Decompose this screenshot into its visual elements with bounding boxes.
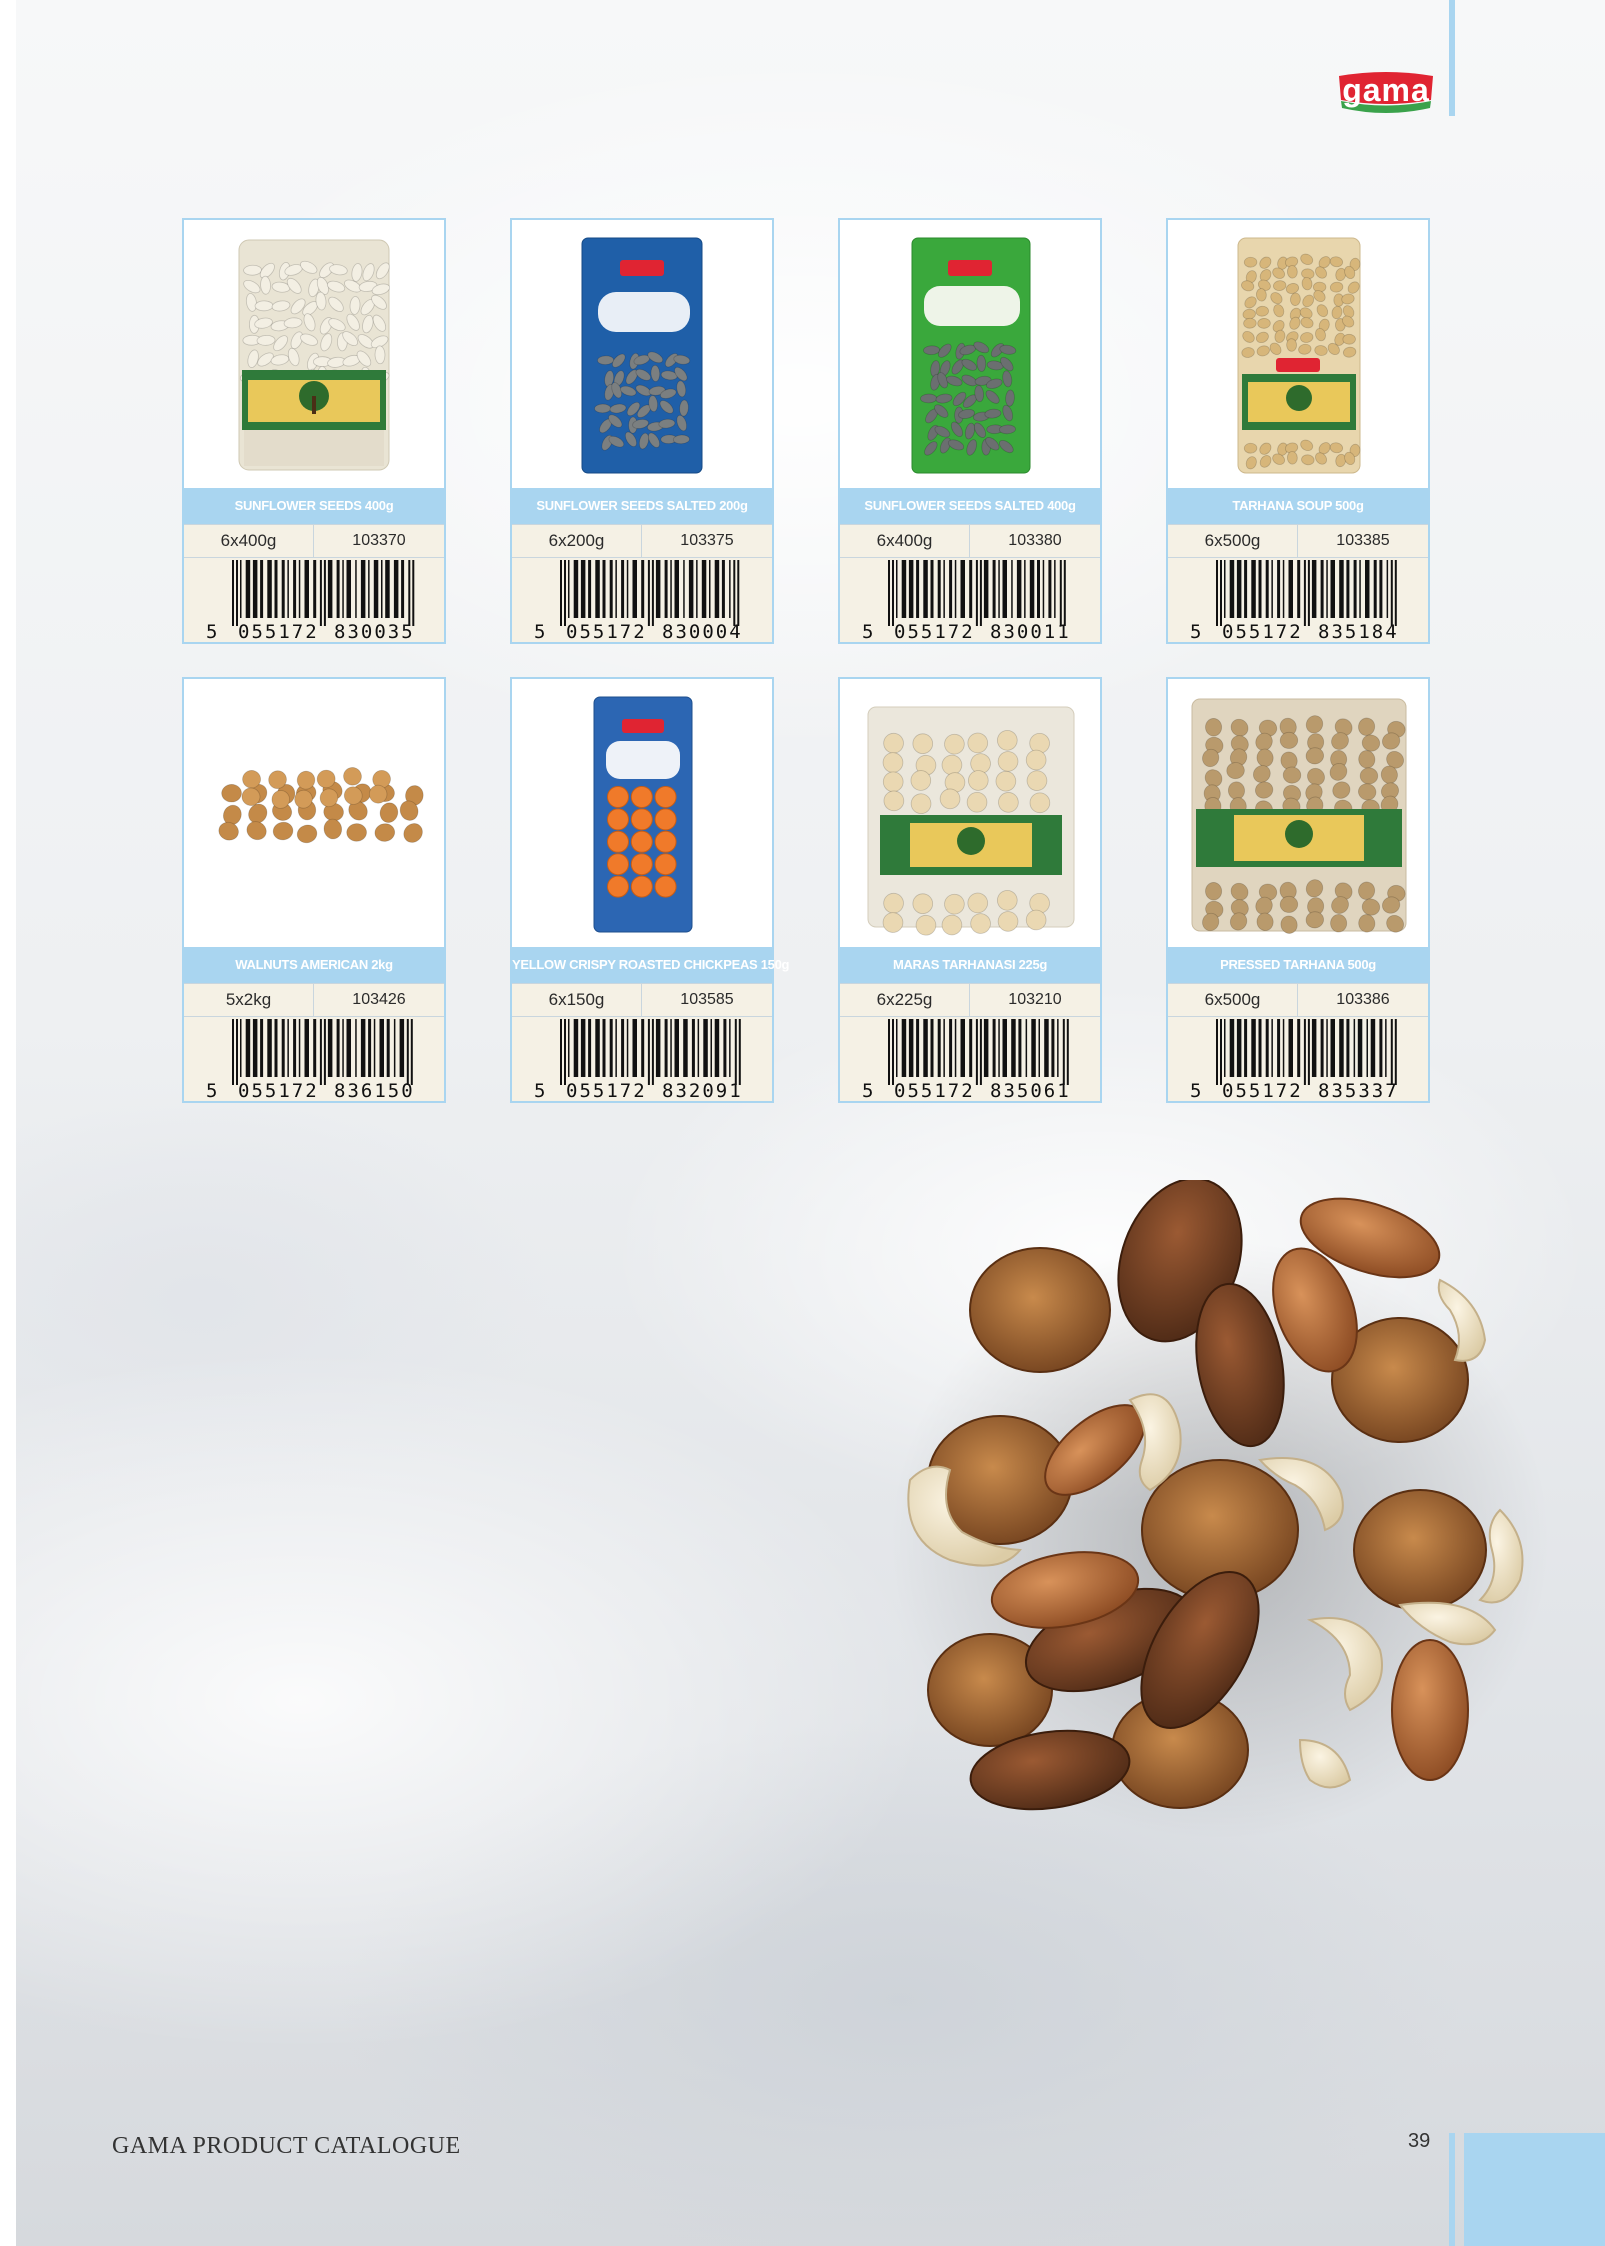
product-image [840, 220, 1100, 488]
product-info-row: 6x500g 103386 [1168, 983, 1428, 1017]
product-image [512, 679, 772, 947]
product-title: SUNFLOWER SEEDS 400g [184, 488, 444, 524]
product-code: 103585 [680, 991, 734, 1008]
barcode-first-digit: 5 [534, 1080, 545, 1101]
barcode-graphic: 5 055172 830035 [206, 560, 415, 642]
barcode-first-digit: 5 [1190, 1080, 1201, 1101]
product-info-row: 6x150g 103585 [512, 983, 772, 1017]
product-info-row: 6x400g 103370 [184, 524, 444, 558]
product-pack-size: 5x2kg [184, 984, 314, 1016]
barcode-right-digits: 830035 [334, 621, 415, 642]
barcode-graphic: 5 055172 835184 [1190, 560, 1399, 642]
barcode-left-digits: 055172 [894, 621, 975, 642]
barcode-right-digits: 836150 [334, 1080, 415, 1101]
product-title: PRESSED TARHANA 500g [1168, 947, 1428, 983]
product-info-row: 6x200g 103375 [512, 524, 772, 558]
product-barcode: 5 055172 835061 [840, 1017, 1100, 1101]
product-pack-size: 6x150g [512, 984, 642, 1016]
page-corner-block [1464, 2133, 1605, 2246]
product-barcode: 5 055172 836150 [184, 1017, 444, 1101]
product-image [1168, 679, 1428, 947]
barcode-graphic: 5 055172 830004 [534, 560, 743, 642]
product-barcode: 5 055172 830035 [184, 558, 444, 642]
barcode-left-digits: 055172 [566, 621, 647, 642]
mixed-nuts-image [890, 1180, 1550, 1840]
product-title: MARAS TARHANASI 225g [840, 947, 1100, 983]
product-pack-size: 6x225g [840, 984, 970, 1016]
barcode-graphic: 5 055172 835337 [1190, 1019, 1399, 1101]
product-code: 103375 [680, 532, 734, 549]
product-card: MARAS TARHANASI 225g 6x225g 103210 5 055… [838, 677, 1102, 1103]
catalogue-footer-title: GAMA PRODUCT CATALOGUE [112, 2133, 461, 2159]
product-code: 103380 [1008, 532, 1062, 549]
barcode-right-digits: 830011 [990, 621, 1071, 642]
product-barcode: 5 055172 835184 [1168, 558, 1428, 642]
product-title: TARHANA SOUP 500g [1168, 488, 1428, 524]
barcode-left-digits: 055172 [238, 621, 319, 642]
product-pack-size: 6x500g [1168, 525, 1298, 557]
barcode-right-digits: 832091 [662, 1080, 743, 1101]
barcode-graphic: 5 055172 830011 [862, 560, 1071, 642]
product-pack-size: 6x400g [840, 525, 970, 557]
product-code: 103385 [1336, 532, 1390, 549]
product-image [840, 679, 1100, 947]
product-info-row: 6x400g 103380 [840, 524, 1100, 558]
product-title: SUNFLOWER SEEDS SALTED 400g [840, 488, 1100, 524]
barcode-first-digit: 5 [534, 621, 545, 642]
product-card: SUNFLOWER SEEDS SALTED 400g 6x400g 10338… [838, 218, 1102, 644]
barcode-left-digits: 055172 [1222, 621, 1303, 642]
logo-wordmark: gama [1342, 72, 1430, 108]
product-title: YELLOW CRISPY ROASTED CHICKPEAS 150g [512, 947, 789, 983]
barcode-right-digits: 830004 [662, 621, 743, 642]
barcode-right-digits: 835184 [1318, 621, 1399, 642]
barcode-left-digits: 055172 [566, 1080, 647, 1101]
product-info-row: 5x2kg 103426 [184, 983, 444, 1017]
product-image [512, 220, 772, 488]
barcode-first-digit: 5 [206, 621, 217, 642]
barcode-first-digit: 5 [862, 1080, 873, 1101]
product-barcode: 5 055172 830011 [840, 558, 1100, 642]
barcode-graphic: 5 055172 836150 [206, 1019, 415, 1101]
barcode-first-digit: 5 [1190, 621, 1201, 642]
page-number: 39 [1408, 2130, 1431, 2152]
barcode-right-digits: 835061 [990, 1080, 1071, 1101]
product-barcode: 5 055172 835337 [1168, 1017, 1428, 1101]
left-margin-strip [0, 0, 16, 2246]
barcode-first-digit: 5 [862, 621, 873, 642]
barcode-left-digits: 055172 [1222, 1080, 1303, 1101]
product-info-row: 6x225g 103210 [840, 983, 1100, 1017]
product-code: 103370 [352, 532, 406, 549]
product-barcode: 5 055172 830004 [512, 558, 772, 642]
barcode-graphic: 5 055172 832091 [534, 1019, 743, 1101]
product-title: SUNFLOWER SEEDS SALTED 200g [512, 488, 772, 524]
product-info-row: 6x500g 103385 [1168, 524, 1428, 558]
top-accent-bar [1449, 0, 1455, 116]
product-pack-size: 6x200g [512, 525, 642, 557]
product-image [184, 220, 444, 488]
product-card: SUNFLOWER SEEDS SALTED 200g 6x200g 10337… [510, 218, 774, 644]
product-pack-size: 6x400g [184, 525, 314, 557]
barcode-right-digits: 835337 [1318, 1080, 1399, 1101]
product-code: 103210 [1008, 991, 1062, 1008]
product-card: WALNUTS AMERICAN 2kg 5x2kg 103426 5 0551… [182, 677, 446, 1103]
bottom-accent-bar [1449, 2133, 1455, 2246]
product-card: TARHANA SOUP 500g 6x500g 103385 5 055172… [1166, 218, 1430, 644]
product-title: WALNUTS AMERICAN 2kg [184, 947, 444, 983]
product-pack-size: 6x500g [1168, 984, 1298, 1016]
gama-logo: gama [1335, 70, 1437, 116]
barcode-left-digits: 055172 [894, 1080, 975, 1101]
product-code: 103426 [352, 991, 406, 1008]
barcode-left-digits: 055172 [238, 1080, 319, 1101]
barcode-first-digit: 5 [206, 1080, 217, 1101]
product-code: 103386 [1336, 991, 1390, 1008]
product-card: SUNFLOWER SEEDS 400g 6x400g 103370 5 055… [182, 218, 446, 644]
product-image [184, 679, 444, 947]
product-card: YELLOW CRISPY ROASTED CHICKPEAS 150g 6x1… [510, 677, 789, 1103]
product-card: PRESSED TARHANA 500g 6x500g 103386 5 055… [1166, 677, 1430, 1103]
product-image [1168, 220, 1428, 488]
product-barcode: 5 055172 832091 [512, 1017, 772, 1101]
barcode-graphic: 5 055172 835061 [862, 1019, 1071, 1101]
